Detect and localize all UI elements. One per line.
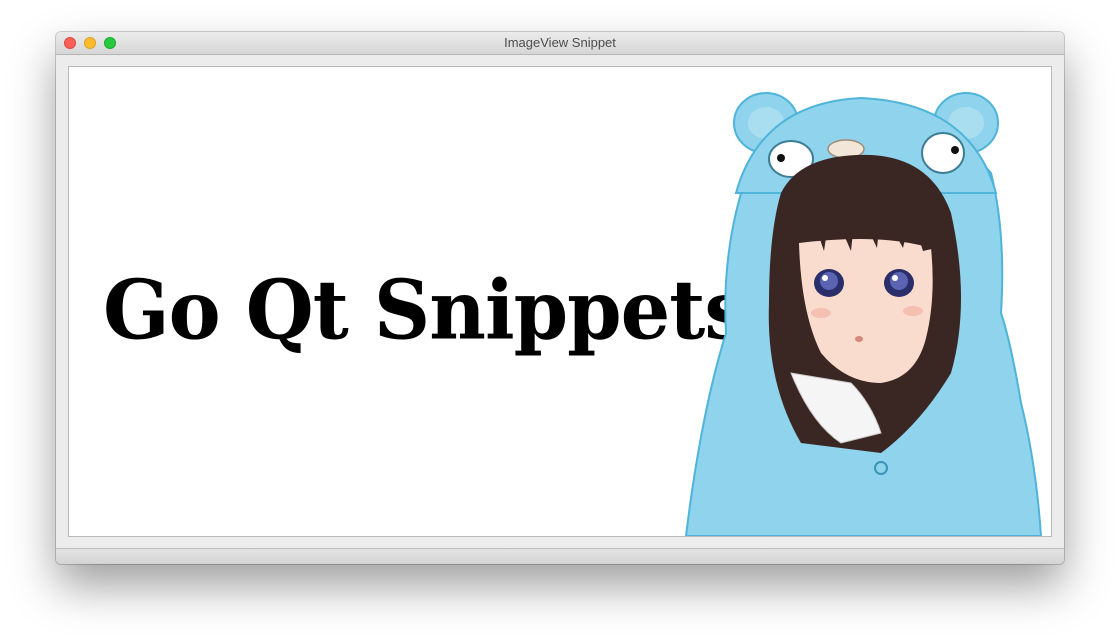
banner-text: Go Qt Snippets [103, 263, 748, 359]
desktop: ImageView Snippet Go Qt Snippets [0, 0, 1120, 644]
image-view[interactable]: Go Qt Snippets [68, 66, 1052, 537]
hoodie-button [874, 461, 888, 475]
gopher-hoodie-girl-image [684, 92, 1043, 536]
app-window: ImageView Snippet Go Qt Snippets [56, 32, 1064, 564]
window-content: Go Qt Snippets [56, 55, 1064, 548]
window-title: ImageView Snippet [504, 35, 616, 50]
gopher-right-eye [921, 132, 965, 174]
title-bar[interactable]: ImageView Snippet [56, 32, 1064, 55]
status-bar [56, 548, 1064, 564]
